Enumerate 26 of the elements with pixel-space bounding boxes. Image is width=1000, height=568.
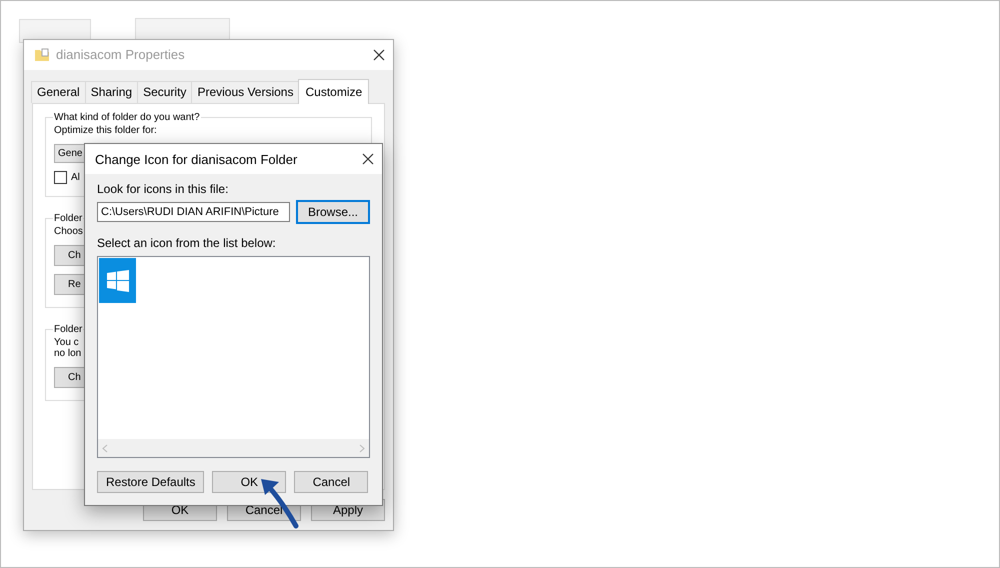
dialog-title: Change Icon for dianisacom Folder <box>95 152 298 166</box>
dialog-button[interactable]: Restore Defaults <box>97 471 204 493</box>
dialog-button[interactable]: OK <box>212 471 286 493</box>
group-text: no lon <box>54 348 82 359</box>
list-label: Select an icon from the list below: <box>97 236 277 250</box>
checkbox-label: Al <box>71 172 80 183</box>
group-legend: Folder <box>53 212 84 224</box>
window-title: dianisacom Properties <box>56 47 186 62</box>
optimize-label: Optimize this folder for: <box>54 124 157 136</box>
close-icon[interactable] <box>362 153 374 165</box>
checkbox[interactable] <box>54 170 67 184</box>
icon-item[interactable] <box>99 258 136 303</box>
file-path-field[interactable]: C:\Users\RUDI DIAN ARIFIN\Picture <box>97 202 290 222</box>
close-icon[interactable] <box>373 48 385 61</box>
windows-logo-icon <box>106 268 130 292</box>
folder-icon <box>34 46 50 63</box>
icon-list[interactable] <box>97 256 370 458</box>
group-text: You c <box>54 336 80 348</box>
tab[interactable]: General <box>31 80 86 103</box>
group-legend: What kind of folder do you want? <box>53 112 201 123</box>
group-legend: Folder <box>53 324 84 335</box>
file-label: Look for icons in this file: <box>97 182 230 196</box>
dialog-button[interactable]: Cancel <box>294 471 368 493</box>
tab[interactable]: Customize <box>298 78 370 104</box>
browse-button[interactable]: Browse... <box>296 200 370 224</box>
group-text: Choos <box>54 226 83 237</box>
